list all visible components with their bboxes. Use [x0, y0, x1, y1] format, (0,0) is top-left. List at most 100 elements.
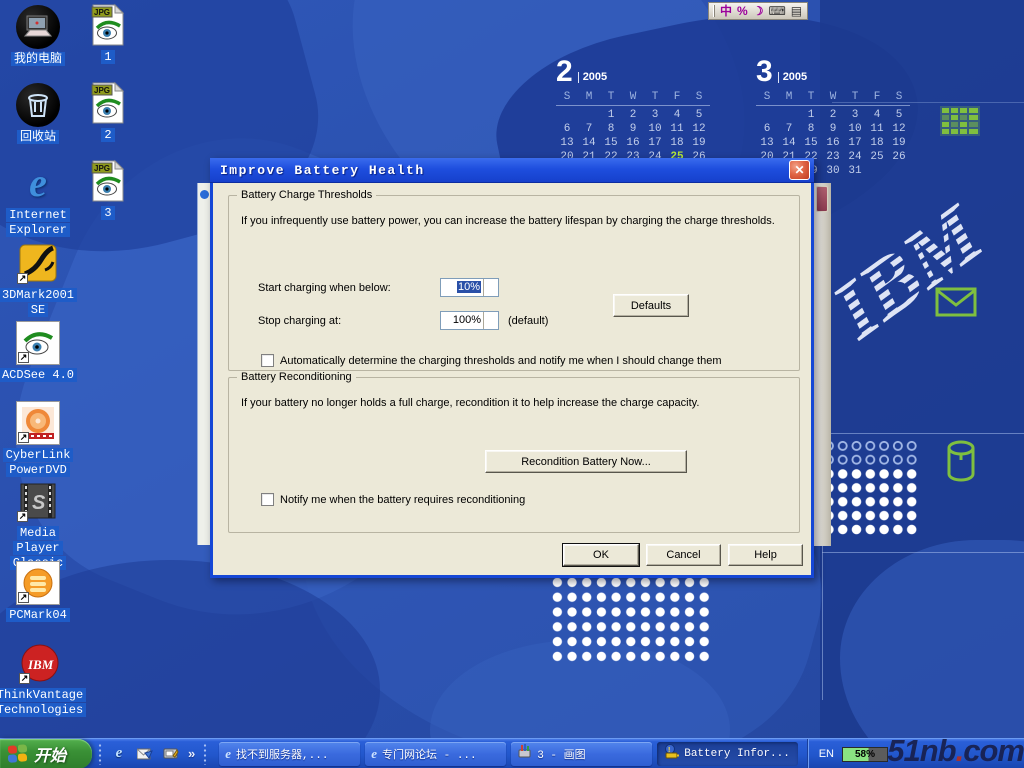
taskbar-button-paint[interactable]: 3 - 画图 — [511, 742, 652, 766]
calendar-day: 6 — [556, 122, 578, 136]
desktop-icon-jpg-3[interactable]: JPG 3 — [78, 159, 138, 221]
paint-icon — [517, 744, 532, 763]
defaults-button[interactable]: Defaults — [613, 294, 689, 317]
recondition-battery-button[interactable]: Recondition Battery Now... — [485, 450, 687, 473]
desktop-icon-thinkvantage[interactable]: IBM ↗ ThinkVantage Technologies — [0, 641, 88, 718]
taskbar: 开始 e » e 找不到服务器,... e 专门网论坛 - ... — [0, 738, 1024, 768]
calendar-day — [756, 108, 778, 122]
3dmark-icon: ↗ — [16, 241, 60, 285]
toolbar-grip[interactable] — [203, 743, 207, 765]
desktop-icon-jpg-2[interactable]: JPG 2 — [78, 81, 138, 143]
help-button[interactable]: Help — [728, 544, 803, 566]
start-charging-value[interactable]: 10% — [441, 279, 483, 296]
calendar-day-header: T — [600, 91, 622, 106]
notify-reconditioning-checkbox-row[interactable]: Notify me when the battery requires reco… — [261, 493, 525, 506]
calendar-day: 11 — [666, 122, 688, 136]
shortcut-arrow-icon: ↗ — [17, 273, 28, 284]
calendar-day: 12 — [888, 122, 910, 136]
calendar-day-header: T — [644, 91, 666, 106]
taskbar-buttons: e 找不到服务器,... e 专门网论坛 - ... 3 - 画图 ! Batt… — [219, 742, 798, 766]
ime-punctuation-icon[interactable]: ☽ — [753, 5, 764, 17]
calendar-day-header: T — [800, 91, 822, 106]
calendar-day: 3 — [844, 108, 866, 122]
powerdvd-icon: ↗ — [16, 401, 60, 445]
calendar-day: 7 — [778, 122, 800, 136]
ok-button[interactable]: OK — [563, 544, 639, 566]
calendar-day: 24 — [844, 150, 866, 164]
calendar-day: 25 — [866, 150, 888, 164]
calendar-day-header: F — [666, 91, 688, 106]
tray-clock-area[interactable] — [896, 739, 1016, 768]
internet-explorer-icon[interactable]: e — [110, 745, 128, 763]
desktop-icon-recycle-bin[interactable]: 回收站 — [0, 83, 80, 145]
calendar-year: 2005 — [778, 72, 807, 83]
close-icon[interactable]: ✕ — [789, 160, 810, 180]
language-indicator[interactable]: EN — [819, 748, 834, 760]
notify-reconditioning-checkbox-label: Notify me when the battery requires reco… — [280, 494, 525, 506]
wallpaper-grid-line — [822, 433, 1024, 434]
desktop: IBM 2 2005 SMTWTF — [0, 0, 1024, 768]
desktop-icon-label: CyberLink PowerDVD — [0, 448, 80, 478]
dialog-titlebar[interactable]: Improve Battery Health ✕ — [210, 158, 814, 183]
chevron-more-icon[interactable]: » — [188, 746, 195, 761]
calendar-day: 4 — [866, 108, 888, 122]
calendar-day-header: S — [556, 91, 578, 106]
taskbar-button-server-not-found[interactable]: e 找不到服务器,... — [219, 742, 360, 766]
background-window-bullet — [200, 190, 209, 199]
wallpaper-dot-grid — [822, 467, 919, 537]
shortcut-arrow-icon: ↗ — [18, 352, 29, 363]
desktop-icon-media-player-classic[interactable]: S ↗ Media Player Classic — [0, 479, 80, 571]
taskbar-button-battery-information[interactable]: ! Battery Infor... — [657, 742, 798, 766]
desktop-icon-my-computer[interactable]: 我的电脑 — [0, 5, 80, 67]
desktop-icon-jpg-1[interactable]: JPG 1 — [78, 3, 138, 65]
start-button[interactable]: 开始 — [0, 739, 92, 768]
ime-grip[interactable] — [713, 5, 715, 17]
stop-charging-value[interactable]: 100% — [441, 312, 483, 329]
checkbox-icon[interactable] — [261, 354, 274, 367]
start-charging-spinner[interactable]: 10% — [440, 278, 499, 297]
calendar-day — [866, 164, 888, 178]
calendar-day: 12 — [688, 122, 710, 136]
outlook-express-icon[interactable] — [136, 745, 154, 763]
show-desktop-icon[interactable] — [162, 745, 180, 763]
calendar-day: 1 — [600, 108, 622, 122]
calendar-day: 14 — [778, 136, 800, 150]
cancel-button[interactable]: Cancel — [646, 544, 721, 566]
stop-charging-label: Stop charging at: — [258, 315, 341, 327]
ime-soft-keyboard-icon[interactable]: ⌨ — [768, 5, 785, 17]
shortcut-arrow-icon: ↗ — [18, 432, 29, 443]
desktop-icon-label: 3 — [101, 206, 114, 221]
ime-menu-icon[interactable]: ▤ — [791, 5, 802, 17]
wallpaper-shape — [840, 540, 1024, 768]
dialog-body: Battery Charge Thresholds If you infrequ… — [210, 183, 814, 578]
calendar-day: 26 — [888, 150, 910, 164]
internet-explorer-icon: e — [371, 746, 377, 762]
desktop-icon-label: 回收站 — [17, 130, 59, 145]
calendar-day-header: W — [622, 91, 644, 106]
ime-width-mode-icon[interactable]: % — [737, 5, 748, 17]
taskbar-button-forum[interactable]: e 专门网论坛 - ... — [365, 742, 506, 766]
desktop-icon-pcmark04[interactable]: ↗ PCMark04 — [0, 561, 80, 623]
shortcut-arrow-icon: ↗ — [18, 592, 29, 603]
ime-chinese-mode-icon[interactable]: 中 — [720, 5, 732, 17]
calendar-day: 16 — [622, 136, 644, 150]
calendar-day: 31 — [844, 164, 866, 178]
desktop-icon-internet-explorer[interactable]: e Internet Explorer — [0, 161, 80, 238]
calendar-day: 17 — [644, 136, 666, 150]
checkbox-icon[interactable] — [261, 493, 274, 506]
calendar-day: 7 — [578, 122, 600, 136]
desktop-icon-label: 2 — [101, 128, 114, 143]
calendar-day: 30 — [822, 164, 844, 178]
calendar-day: 14 — [578, 136, 600, 150]
desktop-icon-acdsee[interactable]: ↗ ACDSee 4.0 — [0, 321, 80, 383]
calendar-day: 4 — [666, 108, 688, 122]
svg-text:IBM: IBM — [27, 657, 54, 672]
stop-charging-spinner[interactable]: 100% — [440, 311, 499, 330]
desktop-icon-powerdvd[interactable]: ↗ CyberLink PowerDVD — [0, 401, 80, 478]
svg-text:S: S — [32, 492, 46, 514]
battery-gauge[interactable]: 58% — [842, 747, 888, 762]
desktop-icon-3dmark2001[interactable]: ↗ 3DMark2001 SE — [0, 241, 80, 318]
toolbar-grip[interactable] — [98, 743, 102, 765]
auto-determine-checkbox-row[interactable]: Automatically determine the charging thr… — [261, 354, 721, 367]
ime-language-bar[interactable]: 中 % ☽ ⌨ ▤ — [708, 2, 808, 20]
